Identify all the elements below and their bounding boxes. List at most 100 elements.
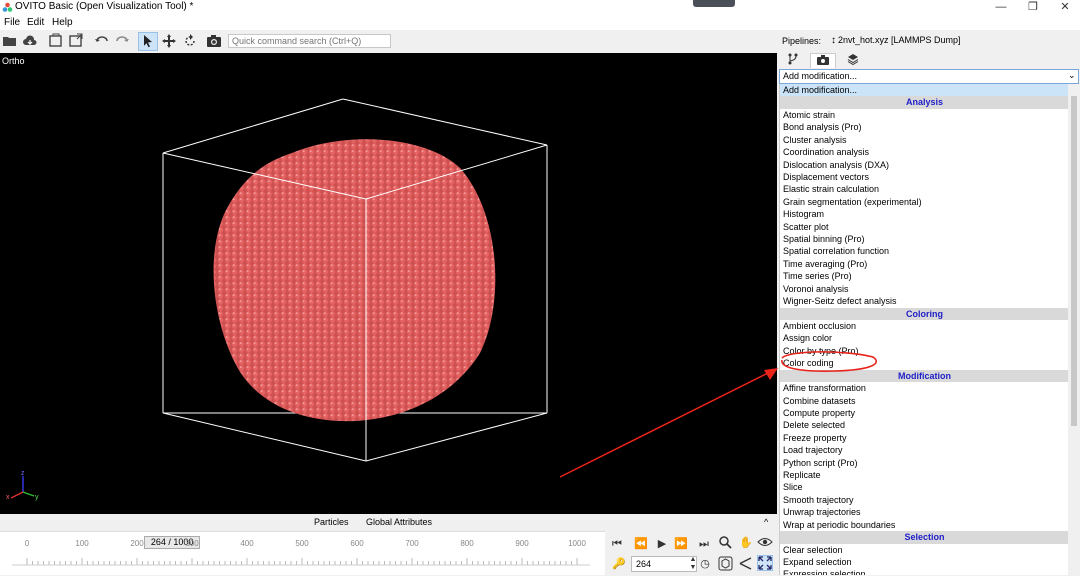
animation-controls: ⏮ ⏪ ▶ ⏩ ⏭ ✋ 🔑 264 ▲ ▼ ◷ [605,531,777,575]
jump-to-end-icon[interactable]: ⏭ [696,536,712,552]
select-icon[interactable] [140,33,156,49]
maximize-viewport-icon[interactable] [757,555,773,571]
category-header: Selection [780,531,1068,544]
rotate-icon[interactable] [182,33,198,49]
tab-overlays-icon[interactable] [840,53,866,68]
move-icon[interactable] [161,33,177,49]
modifier-item[interactable]: Bond analysis (Pro) [780,121,1068,133]
orbit-eye-icon[interactable] [757,535,773,551]
modifier-item[interactable]: Voronoi analysis [780,283,1068,295]
modifier-item[interactable]: Histogram [780,208,1068,220]
modifier-item[interactable]: Atomic strain [780,109,1068,121]
modifier-item[interactable]: Wigner-Seitz defect analysis [780,295,1068,307]
menu-help[interactable]: Help [52,17,73,28]
modifier-item[interactable]: Ambient occlusion [780,320,1068,332]
modifier-list-scrollbar[interactable] [1069,84,1080,575]
step-forward-icon[interactable]: ⏩ [673,536,689,552]
modifier-item[interactable]: Elastic strain calculation [780,183,1068,195]
menu-edit[interactable]: Edit [27,17,44,28]
timeline-tick-label: 900 [515,539,529,548]
modifier-item[interactable]: Python script (Pro) [780,457,1068,469]
category-header: Coloring [780,307,1068,320]
modifier-item[interactable]: Coordination analysis [780,146,1068,158]
modifier-item[interactable]: Clear selection [780,544,1068,556]
modifier-item[interactable]: Unwrap trajectories [780,506,1068,518]
tab-global-attributes[interactable]: Global Attributes [366,517,432,527]
modifier-item[interactable]: Slice [780,481,1068,493]
modifier-item[interactable]: Wrap at periodic boundaries [780,519,1068,531]
modifier-item[interactable]: Expand selection [780,556,1068,568]
chevron-down-icon[interactable]: ⌄ [1068,70,1076,81]
camera-notch [693,0,735,7]
timeline-tick-label: 700 [405,539,419,548]
timeline-tick-label: 1000 [568,539,586,548]
scrollbar-thumb[interactable] [1071,96,1077,426]
title-bar: OVITO Basic (Open Visualization Tool) * … [0,0,1080,15]
modifier-list: Add modification... Analysis Atomic strain… [779,84,1068,575]
command-panel: Pipelines: ↕ 2nvt_hot.xyz [LAMMPS Dump] … [778,30,1080,575]
minimize-button[interactable]: — [988,0,1014,15]
modifier-item[interactable]: Grain segmentation (experimental) [780,196,1068,208]
undo-icon[interactable] [94,33,110,49]
modifier-item[interactable]: Spatial correlation function [780,245,1068,257]
modifier-item[interactable]: Expression selection [780,568,1068,575]
modifier-item[interactable]: Color by type (Pro) [780,345,1068,357]
pipeline-selector[interactable]: 2nvt_hot.xyz [LAMMPS Dump] [838,35,961,45]
modifier-item[interactable]: Assign color [780,332,1068,344]
pipeline-icon: ↕ [831,35,836,46]
modifier-item[interactable]: Displacement vectors [780,171,1068,183]
redo-icon[interactable] [114,33,130,49]
new-window-icon[interactable] [48,33,64,49]
pan-hand-icon[interactable]: ✋ [738,535,754,551]
modifier-item[interactable]: Spatial binning (Pro) [780,233,1068,245]
fov-icon[interactable] [737,556,753,572]
y-axis-label: y [35,494,39,501]
key-icon[interactable]: 🔑 [611,556,627,572]
restore-button[interactable]: ❐ [1020,0,1046,15]
camera-icon[interactable] [206,33,222,49]
modifier-item[interactable]: Scatter plot [780,221,1068,233]
z-axis-label: z [21,470,25,477]
timeline-tick-label: 500 [295,539,309,548]
view-cube-icon[interactable] [717,556,733,572]
modifier-item[interactable]: Cluster analysis [780,134,1068,146]
cloud-download-icon[interactable] [22,33,38,49]
modifier-item[interactable]: Load trajectory [780,444,1068,456]
window-title: OVITO Basic (Open Visualization Tool) * [15,1,194,12]
chevron-up-icon[interactable]: ^ [764,517,768,527]
jump-to-start-icon[interactable]: ⏮ [609,536,625,552]
3d-viewport[interactable]: Ortho z x y [0,53,777,514]
modifier-item[interactable]: Compute property [780,407,1068,419]
clock-icon[interactable]: ◷ [697,556,713,572]
modifier-item[interactable]: Combine datasets [780,395,1068,407]
category-header: Modification [780,369,1068,383]
modifier-item[interactable]: Smooth trajectory [780,494,1068,506]
modifier-item[interactable]: Replicate [780,469,1068,481]
modifier-item[interactable]: Add modification... [780,84,1068,97]
modifier-item[interactable]: Time averaging (Pro) [780,258,1068,270]
modifier-item[interactable]: Delete selected [780,419,1068,431]
modifier-item[interactable]: Dislocation analysis (DXA) [780,159,1068,171]
step-back-icon[interactable]: ⏪ [633,536,649,552]
ovito-logo-icon [2,2,13,12]
modifier-item[interactable]: Color coding [780,357,1068,369]
pipelines-label: Pipelines: [782,36,822,46]
close-button[interactable]: ✕ [1052,0,1078,15]
zoom-icon[interactable] [717,535,733,551]
modifier-item[interactable]: Freeze property [780,432,1068,444]
menu-file[interactable]: File [4,17,20,28]
animation-timeline[interactable]: 264 / 1000 0 100 200 300 400 500 600 700 800 900 1… [0,531,605,575]
modifier-item[interactable]: Time series (Pro) [780,270,1068,282]
tab-render-icon[interactable] [810,53,836,68]
timeline-tick-label: 0 [24,539,30,548]
open-folder-icon[interactable] [2,33,18,49]
modifier-item[interactable]: Affine transformation [780,382,1068,394]
timeline-tick-label: 800 [460,539,474,548]
add-modification-dropdown[interactable]: Add modification... [779,69,1079,84]
export-icon[interactable] [68,33,84,49]
tab-particles[interactable]: Particles [314,517,349,527]
axis-tripod: z x y [6,470,39,501]
play-icon[interactable]: ▶ [654,536,670,552]
quick-command-search-input[interactable] [228,34,391,48]
tab-pipeline-icon[interactable] [780,53,806,68]
